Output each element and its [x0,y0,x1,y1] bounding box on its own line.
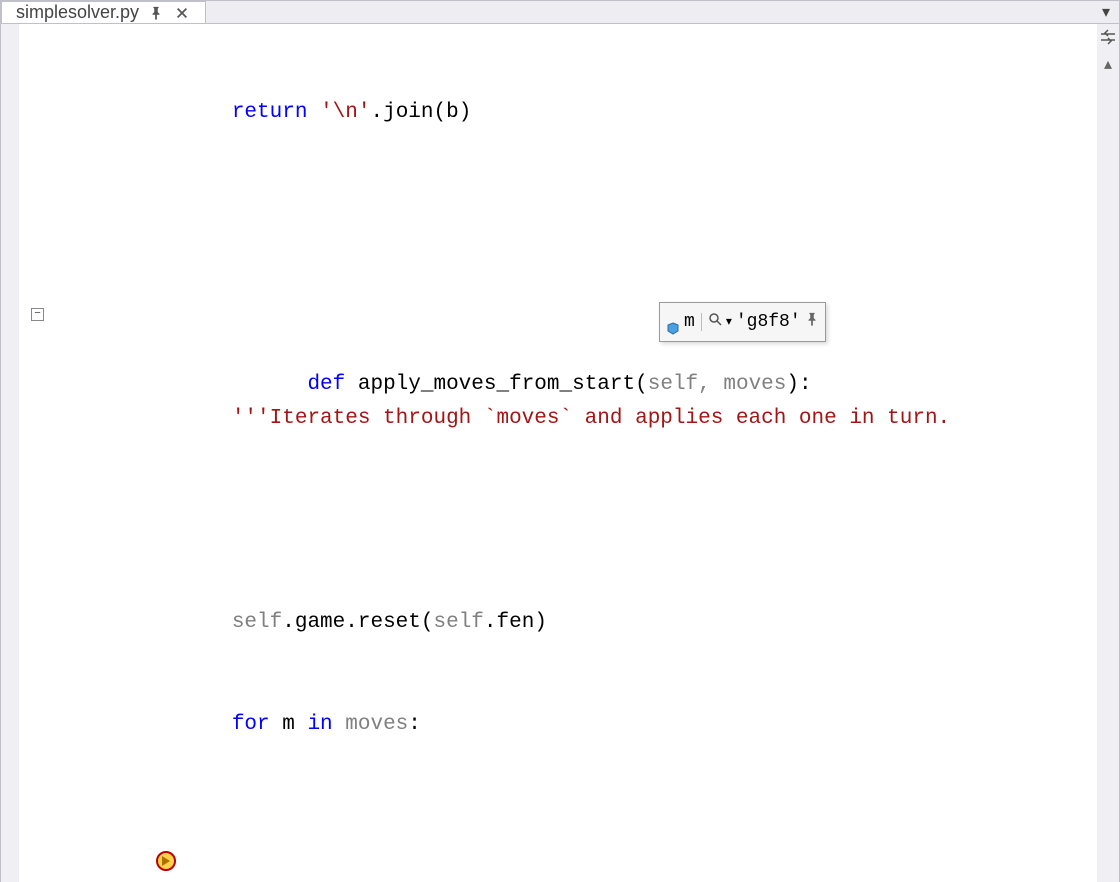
editor-right-margin: ▴ [1097,24,1119,882]
tab-overflow-dropdown[interactable]: ▾ [1093,1,1119,23]
docstring: '''Iterates through `moves` and applies … [232,407,950,430]
datatip-value: 'g8f8' [736,305,801,339]
keyword-def: def [307,373,345,396]
variable-icon [666,315,680,329]
fold-toggle[interactable]: − [31,308,44,321]
keyword-return: return [232,101,308,124]
current-statement-icon[interactable] [5,816,25,836]
magnifier-icon[interactable] [708,305,722,339]
editor-gutter [1,24,59,882]
ide-root: simplesolver.py ▾ return '\n'.join(b) − … [0,0,1120,882]
document-tabbar: simplesolver.py ▾ [1,1,1119,23]
pin-icon[interactable] [805,305,819,339]
debug-datatip[interactable]: m ▾ 'g8f8' [659,302,826,342]
split-editor-icon[interactable] [1099,28,1117,46]
visualizer-dropdown-icon[interactable]: ▾ [726,305,732,339]
scroll-up-icon[interactable]: ▴ [1104,54,1112,74]
close-icon[interactable] [173,4,191,22]
current-execution-line: self.game.apply_move(m) [59,810,1097,844]
datatip-name: m [684,305,695,339]
code-area[interactable]: return '\n'.join(b) − def apply_moves_fr… [59,24,1097,882]
pin-icon[interactable] [147,4,165,22]
document-tab[interactable]: simplesolver.py [1,1,206,23]
tab-filename: simplesolver.py [16,2,139,23]
code-editor: return '\n'.join(b) − def apply_moves_fr… [1,23,1119,882]
